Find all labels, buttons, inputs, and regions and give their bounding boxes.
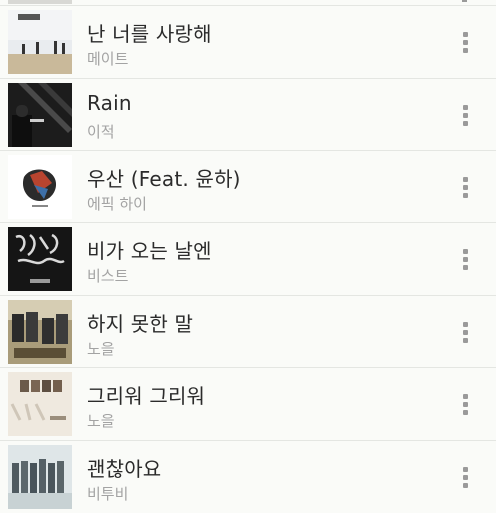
song-artist: 비스트 [87,267,129,285]
more-vertical-icon[interactable] [452,463,478,491]
song-title: 하지 못한 말 [87,312,194,336]
song-row[interactable]: 우산 (Feat. 윤하) 에픽 하이 [0,150,496,223]
album-art [8,227,72,291]
song-title: Rain [87,91,132,115]
more-vertical-icon[interactable] [452,101,478,129]
song-row[interactable]: 하지 못한 말 노을 [0,295,496,368]
more-vertical-icon[interactable] [452,28,478,56]
song-title: 그리워 그리워 [87,384,206,408]
song-title: 비가 오는 날엔 [87,239,212,263]
more-vertical-icon[interactable] [452,318,478,346]
song-row[interactable]: 괜찮아요 비투비 [0,440,496,513]
album-art [8,445,72,509]
song-title: 우산 (Feat. 윤하) [87,167,241,191]
album-art [8,300,72,364]
song-row[interactable]: 난 너를 사랑해 메이트 [0,5,496,78]
more-vertical-icon [462,0,467,2]
song-artist: 비투비 [87,485,129,503]
song-row[interactable]: 그리워 그리워 노을 [0,367,496,440]
song-artist: 에픽 하이 [87,195,147,213]
album-art [8,10,72,74]
song-title: 난 너를 사랑해 [87,22,212,46]
song-artist: 노을 [87,340,115,358]
album-art [8,0,72,4]
song-artist: 메이트 [87,50,129,68]
more-vertical-icon[interactable] [452,390,478,418]
album-art [8,372,72,436]
more-vertical-icon[interactable] [452,245,478,273]
album-art [8,155,72,219]
song-title: 괜찮아요 [87,457,162,481]
album-art [8,83,72,147]
more-vertical-icon[interactable] [452,173,478,201]
song-row[interactable]: 비가 오는 날엔 비스트 [0,222,496,295]
song-artist: 노을 [87,412,115,430]
song-row[interactable]: Rain 이적 [0,78,496,151]
song-artist: 이적 [87,123,115,141]
